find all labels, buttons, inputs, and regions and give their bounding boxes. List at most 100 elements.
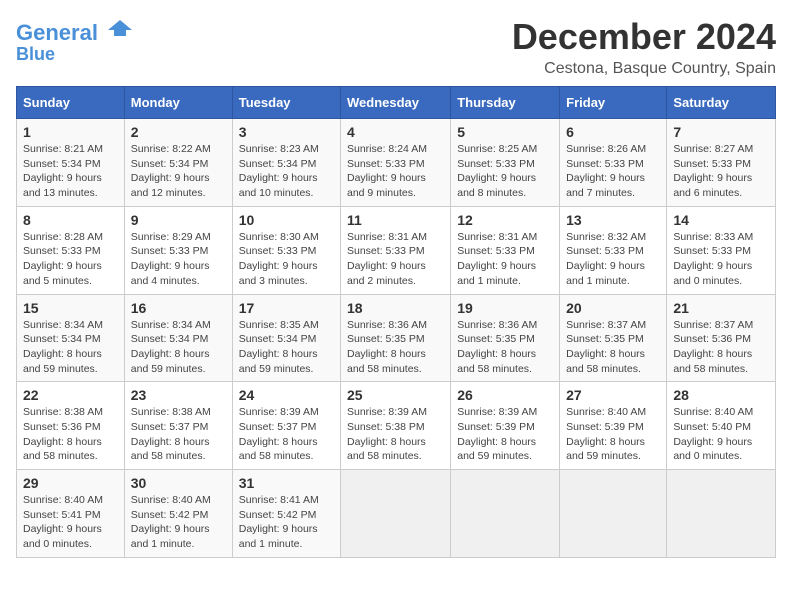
header: General Blue December 2024 Cestona, Basq… bbox=[16, 16, 776, 78]
day-info: Sunrise: 8:40 AM Sunset: 5:41 PM Dayligh… bbox=[23, 493, 118, 552]
logo-icon bbox=[106, 16, 134, 40]
calendar-cell: 20Sunrise: 8:37 AM Sunset: 5:35 PM Dayli… bbox=[560, 294, 667, 382]
calendar-week-row: 8Sunrise: 8:28 AM Sunset: 5:33 PM Daylig… bbox=[17, 206, 776, 294]
day-info: Sunrise: 8:31 AM Sunset: 5:33 PM Dayligh… bbox=[347, 230, 444, 289]
calendar-cell: 23Sunrise: 8:38 AM Sunset: 5:37 PM Dayli… bbox=[124, 382, 232, 470]
calendar-cell: 7Sunrise: 8:27 AM Sunset: 5:33 PM Daylig… bbox=[667, 119, 776, 207]
calendar-cell: 27 Sunrise: 8:40 AM Sunset: 5:39 PM Dayli… bbox=[560, 382, 667, 470]
day-info: Sunrise: 8:28 AM Sunset: 5:33 PM Dayligh… bbox=[23, 230, 118, 289]
calendar-cell: 18 Sunrise: 8:36 AM Sunset: 5:35 PM Dayli… bbox=[341, 294, 451, 382]
day-number: 12 bbox=[457, 212, 553, 228]
day-number: 3 bbox=[239, 124, 334, 140]
day-info: Sunrise: 8:34 AM Sunset: 5:34 PM Dayligh… bbox=[23, 318, 118, 377]
day-info: Sunrise: 8:22 AM Sunset: 5:34 PM Dayligh… bbox=[131, 142, 226, 201]
day-number: 16 bbox=[131, 300, 226, 316]
calendar-header-cell: Tuesday bbox=[232, 87, 340, 119]
day-number: 10 bbox=[239, 212, 334, 228]
day-info: Sunrise: 8:31 AM Sunset: 5:33 PM Dayligh… bbox=[457, 230, 553, 289]
calendar-cell: 10Sunrise: 8:30 AM Sunset: 5:33 PM Dayli… bbox=[232, 206, 340, 294]
calendar-cell: 2 Sunrise: 8:22 AM Sunset: 5:34 PM Daylig… bbox=[124, 119, 232, 207]
calendar-cell: 6 Sunrise: 8:26 AM Sunset: 5:33 PM Daylig… bbox=[560, 119, 667, 207]
day-number: 13 bbox=[566, 212, 660, 228]
day-info: Sunrise: 8:33 AM Sunset: 5:33 PM Dayligh… bbox=[673, 230, 769, 289]
day-info: Sunrise: 8:39 AM Sunset: 5:38 PM Dayligh… bbox=[347, 405, 444, 464]
calendar-cell: 4 Sunrise: 8:24 AM Sunset: 5:33 PM Daylig… bbox=[341, 119, 451, 207]
day-info: Sunrise: 8:37 AM Sunset: 5:35 PM Dayligh… bbox=[566, 318, 660, 377]
calendar-cell: 14 Sunrise: 8:33 AM Sunset: 5:33 PM Dayli… bbox=[667, 206, 776, 294]
logo-line1: General bbox=[16, 20, 98, 45]
calendar-cell: 16 Sunrise: 8:34 AM Sunset: 5:34 PM Dayli… bbox=[124, 294, 232, 382]
calendar-body: 1 Sunrise: 8:21 AM Sunset: 5:34 PM Daylig… bbox=[17, 119, 776, 558]
calendar-cell: 25 Sunrise: 8:39 AM Sunset: 5:38 PM Dayli… bbox=[341, 382, 451, 470]
calendar-cell: 26 Sunrise: 8:39 AM Sunset: 5:39 PM Dayli… bbox=[451, 382, 560, 470]
day-number: 27 bbox=[566, 387, 660, 403]
title-block: December 2024 Cestona, Basque Country, S… bbox=[512, 16, 776, 78]
day-info: Sunrise: 8:40 AM Sunset: 5:39 PM Dayligh… bbox=[566, 405, 660, 464]
calendar-header-cell: Thursday bbox=[451, 87, 560, 119]
day-info: Sunrise: 8:21 AM Sunset: 5:34 PM Dayligh… bbox=[23, 142, 118, 201]
calendar-header-cell: Wednesday bbox=[341, 87, 451, 119]
main-title: December 2024 bbox=[512, 16, 776, 58]
logo-text: General bbox=[16, 20, 134, 45]
day-number: 21 bbox=[673, 300, 769, 316]
day-number: 22 bbox=[23, 387, 118, 403]
calendar-header-cell: Monday bbox=[124, 87, 232, 119]
day-info: Sunrise: 8:40 AM Sunset: 5:42 PM Dayligh… bbox=[131, 493, 226, 552]
calendar-header-row: SundayMondayTuesdayWednesdayThursdayFrid… bbox=[17, 87, 776, 119]
day-number: 1 bbox=[23, 124, 118, 140]
day-number: 4 bbox=[347, 124, 444, 140]
subtitle: Cestona, Basque Country, Spain bbox=[512, 60, 776, 78]
calendar-cell: 31 Sunrise: 8:41 AM Sunset: 5:42 PM Dayli… bbox=[232, 470, 340, 558]
logo: General Blue bbox=[16, 20, 134, 65]
day-number: 18 bbox=[347, 300, 444, 316]
calendar-cell: 8Sunrise: 8:28 AM Sunset: 5:33 PM Daylig… bbox=[17, 206, 125, 294]
day-number: 2 bbox=[131, 124, 226, 140]
day-number: 30 bbox=[131, 475, 226, 491]
calendar-week-row: 15Sunrise: 8:34 AM Sunset: 5:34 PM Dayli… bbox=[17, 294, 776, 382]
calendar-header-cell: Sunday bbox=[17, 87, 125, 119]
calendar-cell: 29 Sunrise: 8:40 AM Sunset: 5:41 PM Dayli… bbox=[17, 470, 125, 558]
calendar-cell: 21 Sunrise: 8:37 AM Sunset: 5:36 PM Dayli… bbox=[667, 294, 776, 382]
day-number: 23 bbox=[131, 387, 226, 403]
day-number: 19 bbox=[457, 300, 553, 316]
day-info: Sunrise: 8:39 AM Sunset: 5:39 PM Dayligh… bbox=[457, 405, 553, 464]
day-number: 6 bbox=[566, 124, 660, 140]
day-number: 31 bbox=[239, 475, 334, 491]
day-info: Sunrise: 8:35 AM Sunset: 5:34 PM Dayligh… bbox=[239, 318, 334, 377]
calendar-cell: 28 Sunrise: 8:40 AM Sunset: 5:40 PM Dayli… bbox=[667, 382, 776, 470]
calendar-cell: 13 Sunrise: 8:32 AM Sunset: 5:33 PM Dayli… bbox=[560, 206, 667, 294]
day-number: 5 bbox=[457, 124, 553, 140]
day-info: Sunrise: 8:36 AM Sunset: 5:35 PM Dayligh… bbox=[457, 318, 553, 377]
calendar-cell bbox=[667, 470, 776, 558]
calendar-cell: 12 Sunrise: 8:31 AM Sunset: 5:33 PM Dayli… bbox=[451, 206, 560, 294]
calendar-cell: 17 Sunrise: 8:35 AM Sunset: 5:34 PM Dayli… bbox=[232, 294, 340, 382]
day-number: 9 bbox=[131, 212, 226, 228]
calendar-table: SundayMondayTuesdayWednesdayThursdayFrid… bbox=[16, 86, 776, 558]
day-info: Sunrise: 8:41 AM Sunset: 5:42 PM Dayligh… bbox=[239, 493, 334, 552]
day-info: Sunrise: 8:37 AM Sunset: 5:36 PM Dayligh… bbox=[673, 318, 769, 377]
day-number: 17 bbox=[239, 300, 334, 316]
day-number: 26 bbox=[457, 387, 553, 403]
day-info: Sunrise: 8:38 AM Sunset: 5:36 PM Dayligh… bbox=[23, 405, 118, 464]
day-info: Sunrise: 8:36 AM Sunset: 5:35 PM Dayligh… bbox=[347, 318, 444, 377]
calendar-cell: 11Sunrise: 8:31 AM Sunset: 5:33 PM Dayli… bbox=[341, 206, 451, 294]
day-info: Sunrise: 8:32 AM Sunset: 5:33 PM Dayligh… bbox=[566, 230, 660, 289]
day-info: Sunrise: 8:27 AM Sunset: 5:33 PM Dayligh… bbox=[673, 142, 769, 201]
calendar-week-row: 22 Sunrise: 8:38 AM Sunset: 5:36 PM Dayli… bbox=[17, 382, 776, 470]
day-number: 28 bbox=[673, 387, 769, 403]
day-info: Sunrise: 8:29 AM Sunset: 5:33 PM Dayligh… bbox=[131, 230, 226, 289]
day-info: Sunrise: 8:40 AM Sunset: 5:40 PM Dayligh… bbox=[673, 405, 769, 464]
calendar-cell bbox=[451, 470, 560, 558]
calendar-cell: 22 Sunrise: 8:38 AM Sunset: 5:36 PM Dayli… bbox=[17, 382, 125, 470]
calendar-cell: 19 Sunrise: 8:36 AM Sunset: 5:35 PM Dayli… bbox=[451, 294, 560, 382]
day-info: Sunrise: 8:26 AM Sunset: 5:33 PM Dayligh… bbox=[566, 142, 660, 201]
day-info: Sunrise: 8:34 AM Sunset: 5:34 PM Dayligh… bbox=[131, 318, 226, 377]
day-number: 29 bbox=[23, 475, 118, 491]
day-info: Sunrise: 8:24 AM Sunset: 5:33 PM Dayligh… bbox=[347, 142, 444, 201]
day-number: 25 bbox=[347, 387, 444, 403]
calendar-cell: 1 Sunrise: 8:21 AM Sunset: 5:34 PM Daylig… bbox=[17, 119, 125, 207]
logo-line2: Blue bbox=[16, 45, 134, 65]
day-number: 14 bbox=[673, 212, 769, 228]
calendar-header-cell: Saturday bbox=[667, 87, 776, 119]
calendar-week-row: 29 Sunrise: 8:40 AM Sunset: 5:41 PM Dayli… bbox=[17, 470, 776, 558]
